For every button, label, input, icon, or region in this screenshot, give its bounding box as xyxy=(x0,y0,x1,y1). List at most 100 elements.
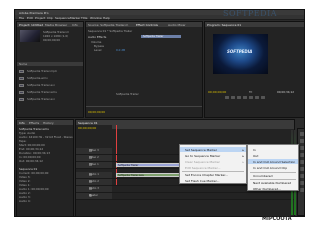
info-line: Audio 4: xyxy=(19,199,31,203)
loop-button[interactable] xyxy=(243,96,247,99)
video-clip[interactable]: Softpedia Trailer xyxy=(116,163,186,167)
track-name: Audio 2 xyxy=(89,180,99,184)
fit-dropdown[interactable]: Fit xyxy=(249,90,252,94)
clip-file-icon xyxy=(19,83,24,87)
track-master: Master xyxy=(76,193,294,200)
audio-effects-heading: Audio Effects xyxy=(88,35,107,39)
menu-help[interactable]: Help xyxy=(103,16,110,20)
effect-row-level[interactable]: Level xyxy=(94,48,101,52)
tab-audio-mixer[interactable]: Audio Mixer xyxy=(168,23,186,27)
track-name: Video 1 xyxy=(89,163,99,167)
submenu-arrow-icon: ▸ xyxy=(242,159,244,164)
track-name: Audio 1 xyxy=(89,173,99,177)
audio-clip[interactable]: Softpedia Trailer.wav xyxy=(116,173,186,177)
menu-item-set-flash-cue-marker[interactable]: Set Flash Cue Marker... xyxy=(185,179,219,183)
clip-timecode: 00;00;00;00 xyxy=(43,38,61,42)
menu-item-in-out-clip[interactable]: In and Out Around Clip xyxy=(253,166,287,170)
safe-margins-button[interactable] xyxy=(249,96,253,99)
tab-sequence[interactable]: Sequence 01 xyxy=(78,121,98,125)
menu-window[interactable]: Window xyxy=(90,16,102,20)
tab-source[interactable]: Source: Softpedia Trailer.m xyxy=(88,23,128,27)
zoom-tool-icon[interactable] xyxy=(300,188,304,192)
menu-sequence[interactable]: Sequence xyxy=(55,16,70,20)
menu-item-other-numbered[interactable]: Other Numbered... xyxy=(253,187,281,191)
track-header: Video 2 xyxy=(76,155,112,161)
clip-label: Softpedia Trailer xyxy=(118,164,139,168)
tab-info[interactable]: Info xyxy=(19,121,25,125)
menu-item-edit-sequence-marker[interactable]: Edit Sequence Marker... xyxy=(185,166,220,170)
hand-tool-icon[interactable] xyxy=(300,181,304,185)
effect-clip-bar: Softpedia Trailer xyxy=(141,35,181,38)
lift-button[interactable] xyxy=(255,96,259,99)
track-header: Video 1 xyxy=(76,162,112,168)
list-item-label: Softpedia Trailer.mp4 xyxy=(27,69,57,74)
menu-edit[interactable]: Edit xyxy=(27,16,33,20)
effect-track-label: Softpedia Trailer xyxy=(116,92,139,96)
time-ruler[interactable] xyxy=(112,125,294,129)
tab-history[interactable]: History xyxy=(43,121,54,125)
sequence-label: Sequence 01 * Softpedia Trailer xyxy=(88,29,133,33)
menu-file[interactable]: File xyxy=(19,16,24,20)
pen-tool-icon[interactable] xyxy=(300,174,304,178)
step-back-button[interactable] xyxy=(225,96,229,99)
track-header: Audio 1 xyxy=(76,172,112,178)
menu-item-set-sequence-marker[interactable]: Set Sequence Marker xyxy=(185,148,217,152)
timeline-timecode[interactable]: 00;00;00;00 xyxy=(78,126,96,130)
menu-item-out[interactable]: Out xyxy=(253,154,258,158)
tab-project[interactable]: Project: Untitled xyxy=(19,23,43,27)
tab-effect-controls[interactable]: Effect Controls xyxy=(136,23,158,27)
tab-info[interactable]: Info xyxy=(72,23,78,27)
level-value[interactable]: 0.0 dB xyxy=(116,48,125,52)
list-item-label: Softpedia.wmv xyxy=(27,76,48,81)
effect-timecode: 00;00;00;00 xyxy=(88,110,106,114)
tab-program[interactable]: Program: Sequence 01 xyxy=(207,23,241,27)
step-forward-button[interactable] xyxy=(237,96,241,99)
list-item[interactable]: Softpedia Trailer.mp4 xyxy=(19,69,81,73)
list-header: Name xyxy=(17,62,83,66)
slip-tool-icon[interactable] xyxy=(300,167,304,171)
window-title: Adobe Premiere Pro xyxy=(19,10,49,15)
menu-item-set-encore-chapter-marker[interactable]: Set Encore Chapter Marker... xyxy=(185,173,228,177)
tab-media-browser[interactable]: Media Browser xyxy=(45,23,67,27)
razor-tool-icon[interactable] xyxy=(300,160,304,164)
track-select-tool-icon[interactable] xyxy=(300,139,304,143)
play-button[interactable] xyxy=(231,96,235,99)
selection-tool-icon[interactable] xyxy=(300,132,304,136)
tab-effects[interactable]: Effects xyxy=(29,121,39,125)
column-name[interactable]: Name xyxy=(19,62,27,66)
track-name: Video 2 xyxy=(89,156,99,160)
track-header: Audio 2 xyxy=(76,179,112,185)
menu-marker[interactable]: Marker xyxy=(70,16,80,20)
rolling-edit-tool-icon[interactable] xyxy=(300,153,304,157)
effect-clip-label: Softpedia Trailer xyxy=(143,35,164,38)
track-name: Video 3 xyxy=(89,149,99,153)
menu-item-go-to-sequence-marker[interactable]: Go to Sequence Marker xyxy=(185,154,220,158)
effect-controls-panel: Source: Softpedia Trailer.m Effect Contr… xyxy=(85,21,203,118)
ripple-edit-tool-icon[interactable] xyxy=(300,146,304,150)
marker-context-menu: Set Sequence Marker ▸ Go to Sequence Mar… xyxy=(179,144,247,184)
clip-file-icon xyxy=(19,69,24,73)
program-video-frame[interactable]: SOFTPEDIA xyxy=(213,34,268,74)
list-item[interactable]: Softpedia.wmv xyxy=(19,76,81,80)
menu-title[interactable]: Title xyxy=(81,16,87,20)
effect-controls-tabs: Source: Softpedia Trailer.m Effect Contr… xyxy=(86,22,202,27)
menu-item-clear-sequence-marker[interactable]: Clear Sequence Marker xyxy=(185,160,220,164)
list-item[interactable]: Softpedia Trailer.avi xyxy=(19,83,81,87)
menu-item-unnumbered[interactable]: Unnumbered xyxy=(253,174,273,178)
corner-logo: MIPCOOTA xyxy=(262,216,292,222)
menu-item-next-numbered[interactable]: Next Available Numbered xyxy=(253,181,291,185)
list-item[interactable]: Softpedia Trailer.wmv xyxy=(19,90,81,94)
list-item-label: Softpedia Trailer.avi xyxy=(27,83,55,88)
track-header: Master xyxy=(76,193,112,199)
list-item[interactable]: Softpedia Trailer.avi xyxy=(19,97,81,101)
track-header: Audio 3 xyxy=(76,186,112,192)
submenu-arrow-icon: ▸ xyxy=(242,153,244,158)
menu-item-in-out-selection[interactable]: In and Out Around Selection xyxy=(253,160,295,164)
set-marker-submenu: In Out In and Out Around Selection In an… xyxy=(247,144,299,191)
menu-project[interactable]: Project xyxy=(35,16,45,20)
program-timecode-current[interactable]: 00;00;00;00 xyxy=(208,90,226,94)
extract-button[interactable] xyxy=(261,96,265,99)
menu-item-in[interactable]: In xyxy=(253,148,256,152)
menu-clip[interactable]: Clip xyxy=(47,16,53,20)
program-monitor: Program: Sequence 01 SOFTPEDIA 00;00;00;… xyxy=(204,21,304,118)
